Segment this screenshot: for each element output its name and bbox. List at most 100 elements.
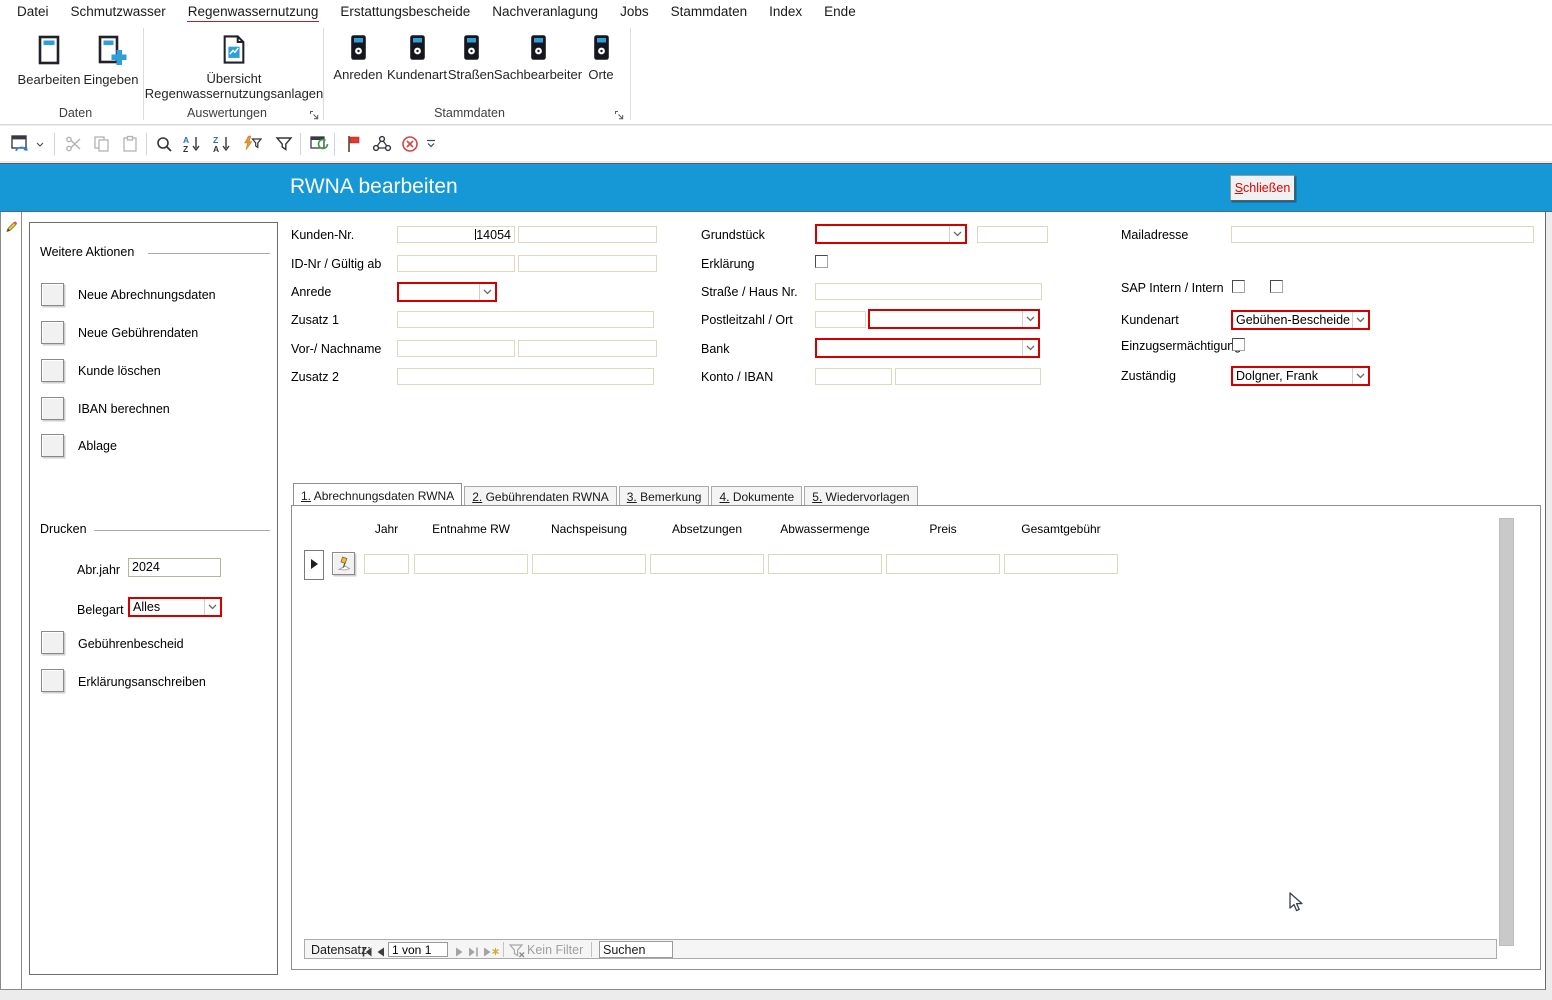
- vertical-scrollbar[interactable]: [1499, 518, 1514, 946]
- kunde-loeschen-button[interactable]: [41, 359, 64, 382]
- uebersicht-rwna-button[interactable]: Übersicht Regenwassernutzungsanlagen: [146, 34, 322, 101]
- zusatz2-field[interactable]: [397, 368, 654, 385]
- kundenart-button[interactable]: Kundenart: [388, 34, 446, 82]
- toolbar-overflow-icon[interactable]: [424, 134, 438, 154]
- dropdown-arrow-icon[interactable]: [1352, 368, 1368, 384]
- record-search-input[interactable]: Suchen: [599, 941, 673, 958]
- neue-gebuehrendaten-button[interactable]: [41, 321, 64, 344]
- gueltig-ab-field[interactable]: [518, 255, 657, 272]
- dropdown-arrow-icon[interactable]: [204, 599, 220, 615]
- mailadresse-field[interactable]: [1231, 226, 1534, 243]
- nachname-field[interactable]: [518, 340, 657, 357]
- bearbeiten-button[interactable]: Bearbeiten: [14, 34, 84, 87]
- ablage-button[interactable]: [41, 434, 64, 457]
- bank-combobox[interactable]: [815, 338, 1040, 358]
- strassen-button[interactable]: Straßen: [446, 34, 496, 82]
- anrede-combobox[interactable]: [397, 282, 497, 302]
- new-record-icon[interactable]: [483, 944, 499, 962]
- menu-nachveranlagung[interactable]: Nachveranlagung: [491, 4, 599, 21]
- tab-abrechnungsdaten-rwna[interactable]: 1. Abrechnungsdaten RWNA: [293, 483, 462, 505]
- first-record-icon[interactable]: [361, 944, 373, 962]
- vorname-field[interactable]: [397, 340, 515, 357]
- id-nr-field[interactable]: [397, 255, 515, 272]
- grundstueck-combobox[interactable]: [815, 224, 967, 244]
- zusatz1-field[interactable]: [397, 311, 654, 328]
- search-icon[interactable]: [152, 134, 176, 154]
- erklaerung-checkbox[interactable]: [815, 255, 828, 268]
- menu-index[interactable]: Index: [768, 4, 803, 21]
- menu-schmutzwasser[interactable]: Schmutzwasser: [70, 4, 167, 21]
- filter-icon[interactable]: [272, 134, 296, 154]
- preis-field[interactable]: [886, 554, 1000, 574]
- absetzungen-field[interactable]: [650, 554, 764, 574]
- plz-field[interactable]: [815, 311, 866, 328]
- filter-selection-icon[interactable]: [240, 134, 264, 154]
- sachbearbeiter-button[interactable]: Sachbearbeiter: [497, 34, 579, 82]
- paste-icon[interactable]: [118, 134, 142, 154]
- dropdown-arrow-icon[interactable]: [1022, 340, 1038, 356]
- sap-intern-checkbox[interactable]: [1232, 280, 1245, 293]
- pin-record-button[interactable]: [332, 552, 355, 575]
- chevron-down-icon[interactable]: [34, 134, 46, 154]
- menu-regenwassernutzung[interactable]: Regenwassernutzung: [187, 4, 320, 23]
- tab-dokumente[interactable]: 4. Dokumente: [711, 486, 802, 505]
- dropdown-arrow-icon[interactable]: [1022, 311, 1038, 327]
- previous-record-icon[interactable]: [376, 944, 385, 962]
- intern-checkbox[interactable]: [1270, 280, 1283, 293]
- switch-view-icon[interactable]: [10, 134, 34, 154]
- copy-icon[interactable]: [90, 134, 114, 154]
- menu-erstattungsbescheide[interactable]: Erstattungsbescheide: [339, 4, 471, 21]
- eingeben-button[interactable]: Eingeben: [80, 34, 142, 87]
- row-record-selector[interactable]: [304, 550, 324, 580]
- jahr-field[interactable]: [364, 554, 409, 574]
- dropdown-arrow-icon[interactable]: [479, 284, 495, 300]
- strasse-field[interactable]: [815, 283, 1042, 300]
- kundenart-combobox[interactable]: Gebühen-Bescheide bei: [1231, 310, 1370, 330]
- gebuehrenbescheid-button[interactable]: [41, 631, 64, 654]
- entnahme-rw-field[interactable]: [414, 554, 528, 574]
- dropdown-arrow-icon[interactable]: [1352, 312, 1368, 328]
- kunden-nr-field[interactable]: 14054: [397, 226, 515, 243]
- konto-field[interactable]: [815, 368, 892, 385]
- orte-button[interactable]: Orte: [583, 34, 619, 82]
- record-position-box[interactable]: 1 von 1: [388, 942, 448, 957]
- menu-datei[interactable]: Datei: [16, 4, 50, 21]
- menu-stammdaten[interactable]: Stammdaten: [670, 4, 749, 21]
- kunden-nr-field-2[interactable]: [518, 226, 657, 243]
- dialog-launcher-icon[interactable]: [614, 108, 625, 119]
- tab-gebuehrendaten-rwna[interactable]: 2. Gebührendaten RWNA: [464, 486, 617, 505]
- tab-bemerkung[interactable]: 3. Bemerkung: [619, 486, 710, 505]
- menu-jobs[interactable]: Jobs: [619, 4, 650, 21]
- grundstueck-field-2[interactable]: [977, 226, 1048, 243]
- menu-ende[interactable]: Ende: [823, 4, 857, 21]
- gesamtgebuehr-field[interactable]: [1004, 554, 1118, 574]
- refresh-icon[interactable]: [308, 134, 332, 154]
- schliessen-button[interactable]: Schließen: [1230, 175, 1295, 201]
- tab-wiedervorlagen[interactable]: 5. Wiedervorlagen: [804, 486, 917, 505]
- einzugsermaechtigung-checkbox[interactable]: [1232, 338, 1245, 351]
- abwassermenge-field[interactable]: [768, 554, 882, 574]
- ort-combobox[interactable]: [868, 309, 1040, 329]
- iban-berechnen-button[interactable]: [41, 397, 64, 420]
- dropdown-arrow-icon[interactable]: [949, 226, 965, 242]
- erklaerungsanschreiben-button[interactable]: [41, 669, 64, 692]
- filter-status-icon[interactable]: [509, 944, 525, 963]
- belegart-combobox[interactable]: Alles: [128, 597, 222, 617]
- cancel-icon[interactable]: [398, 134, 422, 154]
- nachspeisung-field[interactable]: [532, 554, 646, 574]
- anreden-button[interactable]: Anreden: [332, 34, 384, 82]
- dialog-launcher-icon[interactable]: [309, 108, 320, 119]
- sort-descending-icon[interactable]: ZA: [210, 134, 234, 154]
- kein-filter-label[interactable]: Kein Filter: [527, 943, 583, 957]
- share-icon[interactable]: [370, 134, 394, 154]
- flag-icon[interactable]: [342, 134, 366, 154]
- sort-ascending-icon[interactable]: AZ: [180, 134, 204, 154]
- last-record-icon[interactable]: [468, 944, 480, 962]
- cut-icon[interactable]: [62, 134, 86, 154]
- iban-field[interactable]: [895, 368, 1041, 385]
- abrjahr-field[interactable]: 2024: [128, 558, 221, 577]
- abrjahr-label: Abr.jahr: [77, 563, 120, 577]
- neue-abrechnungsdaten-button[interactable]: [41, 283, 64, 306]
- next-record-icon[interactable]: [455, 944, 464, 962]
- zustaendig-combobox[interactable]: Dolgner, Frank: [1231, 366, 1370, 386]
